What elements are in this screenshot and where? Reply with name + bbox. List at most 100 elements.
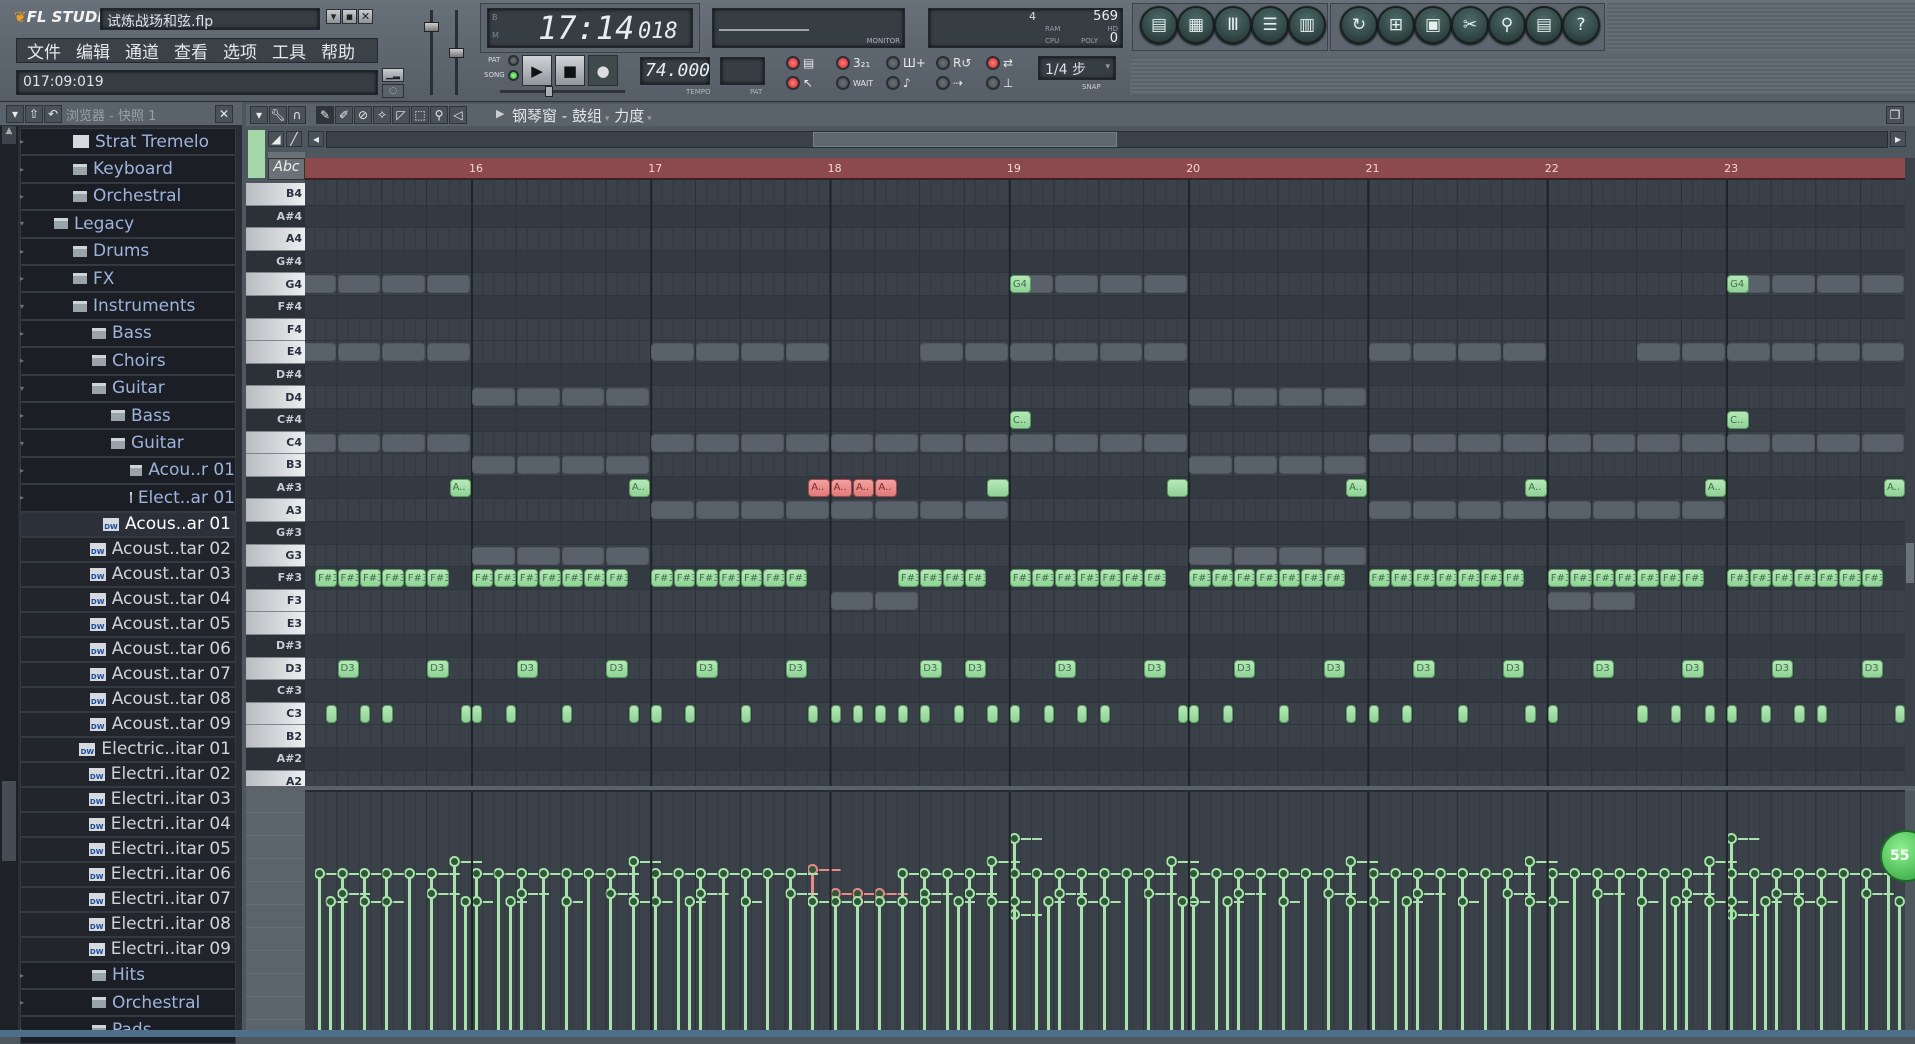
note[interactable] — [1043, 704, 1054, 723]
zoom-tool-icon[interactable]: ⚲ — [430, 106, 448, 124]
browser-item[interactable]: DW Acoust..tar 09 — [20, 711, 236, 737]
velocity-stem[interactable] — [452, 856, 456, 1030]
velocity-stem[interactable] — [1886, 856, 1890, 1030]
expand-arrow-icon[interactable]: ▸ — [20, 165, 24, 174]
velocity-stem[interactable] — [1898, 897, 1902, 1030]
note[interactable]: D3 — [427, 659, 449, 678]
note[interactable]: F#3 — [740, 569, 763, 588]
velocity-stem[interactable] — [1046, 897, 1050, 1030]
note[interactable]: F#3 — [651, 569, 673, 588]
velocity-handle[interactable] — [1389, 867, 1401, 879]
piano-key[interactable]: D#4 — [246, 363, 305, 387]
velocity-stem[interactable] — [990, 897, 994, 1030]
collapse-arrow-icon[interactable]: ▾ — [20, 439, 24, 448]
tempo-display[interactable]: 74.000 — [640, 57, 710, 85]
velocity-handle[interactable] — [1098, 896, 1110, 908]
velocity-stem[interactable] — [1180, 897, 1184, 1030]
velocity-handle[interactable] — [1748, 867, 1760, 879]
velocity-handle[interactable] — [1793, 896, 1805, 908]
browser-item[interactable]: DW Acoust..tar 04 — [20, 586, 236, 612]
note[interactable]: F#3 — [561, 569, 584, 588]
note[interactable]: F#3 — [1009, 569, 1032, 588]
note[interactable]: A.. — [449, 478, 471, 497]
note[interactable]: F#3 — [1547, 569, 1570, 588]
note[interactable]: F#3 — [1816, 569, 1839, 588]
velocity-handle[interactable] — [1546, 896, 1558, 908]
browser-item[interactable]: DW Electri..itar 03 — [20, 786, 236, 812]
note-grid[interactable]: G4 G4 C.. C.. A.. A.. A.. A.. A.. A.. A.. A.. A.. A..… — [305, 180, 1905, 787]
velocity-stem[interactable] — [587, 868, 591, 1030]
note[interactable]: F#3 — [1121, 569, 1144, 588]
browser-item[interactable]: ▸ Acou..r 01 — [20, 456, 236, 485]
note[interactable]: F#3 — [606, 569, 628, 588]
velocity-handle[interactable] — [426, 888, 438, 900]
velocity-handle[interactable] — [1345, 855, 1357, 867]
note[interactable]: F#3 — [584, 569, 606, 588]
velocity-handle[interactable] — [1322, 888, 1334, 900]
velocity-handle[interactable] — [1221, 896, 1233, 908]
browser-item[interactable]: ▸ Elect..ar 01 — [20, 484, 236, 512]
velocity-handle[interactable] — [1412, 888, 1424, 900]
song-time-display[interactable]: B M 17:14 018 — [487, 8, 693, 48]
velocity-stem[interactable] — [1774, 889, 1778, 1030]
velocity-handle[interactable] — [1120, 867, 1132, 879]
piano-key[interactable]: C4 — [246, 431, 305, 455]
note[interactable]: F#3 — [1368, 569, 1390, 588]
velocity-stem[interactable] — [564, 897, 568, 1030]
note[interactable]: F#3 — [1794, 569, 1816, 588]
browser-item[interactable]: DW Electri..itar 09 — [20, 936, 236, 962]
note[interactable] — [1637, 704, 1648, 723]
velocity-handle[interactable] — [1412, 867, 1424, 879]
note[interactable]: F#3 — [1211, 569, 1234, 588]
velocity-handle[interactable] — [358, 867, 370, 879]
note[interactable] — [1009, 704, 1021, 723]
velocity-handle[interactable] — [964, 867, 976, 879]
note[interactable]: F#3 — [673, 569, 696, 588]
note[interactable]: F#3 — [472, 569, 494, 588]
note[interactable]: F#3 — [1615, 569, 1637, 588]
velocity-stem[interactable] — [1505, 889, 1509, 1030]
stop-button[interactable]: ■ — [555, 55, 585, 86]
velocity-stem[interactable] — [407, 868, 411, 1030]
note[interactable]: F#3 — [920, 569, 942, 588]
online-icon[interactable]: ◌ — [382, 84, 404, 98]
note[interactable]: F#3 — [1682, 569, 1704, 588]
velocity-handle[interactable] — [1345, 896, 1357, 908]
save-new-button[interactable]: ⊞ — [1377, 6, 1415, 44]
velocity-handle[interactable] — [1636, 896, 1648, 908]
velocity-handle[interactable] — [314, 867, 326, 879]
note[interactable]: F#3 — [1570, 569, 1592, 588]
song-mode-toggle[interactable] — [508, 70, 519, 81]
velocity-stem[interactable] — [1371, 897, 1375, 1030]
browser-item[interactable]: ▸ Choirs — [20, 347, 236, 375]
velocity-handle[interactable] — [560, 867, 572, 879]
note[interactable] — [505, 704, 516, 723]
velocity-stem[interactable] — [900, 897, 904, 1030]
velocity-handle[interactable] — [717, 867, 729, 879]
note[interactable]: F#3 — [1323, 569, 1346, 588]
expand-arrow-icon[interactable]: ▸ — [20, 329, 24, 338]
cut-button[interactable]: ✂ — [1451, 6, 1489, 44]
note[interactable] — [359, 704, 371, 723]
velocity-handle[interactable] — [403, 867, 415, 879]
browser-menu-icon[interactable]: ▾ — [6, 105, 24, 123]
piano-key[interactable]: C#4 — [246, 409, 305, 432]
paint-tool-icon[interactable]: ✐ — [335, 106, 353, 124]
selected-note[interactable]: A.. — [830, 478, 852, 497]
note[interactable]: D3 — [606, 659, 628, 678]
save-button[interactable]: ▣ — [1414, 6, 1452, 44]
velocity-handle[interactable] — [1726, 896, 1738, 908]
velocity-handle[interactable] — [1591, 888, 1603, 900]
pencil-tool-icon[interactable]: ✎ — [316, 106, 334, 124]
piano-key[interactable]: G#3 — [246, 522, 305, 545]
browser-item[interactable]: ▸ Bass — [20, 402, 236, 430]
scroll-left-icon[interactable]: ◂ — [308, 131, 324, 147]
note[interactable] — [987, 478, 1009, 497]
undo-button[interactable]: ↻ — [1340, 6, 1378, 44]
browser-item[interactable]: ▸ Hits — [20, 961, 236, 989]
velocity-stem[interactable] — [1730, 897, 1734, 1030]
velocity-stem[interactable] — [923, 897, 927, 1030]
piano-key[interactable]: D4 — [246, 386, 305, 409]
collapse-arrow-icon[interactable]: ▾ — [20, 384, 24, 393]
browser-up-icon[interactable]: ⇧ — [25, 105, 43, 123]
